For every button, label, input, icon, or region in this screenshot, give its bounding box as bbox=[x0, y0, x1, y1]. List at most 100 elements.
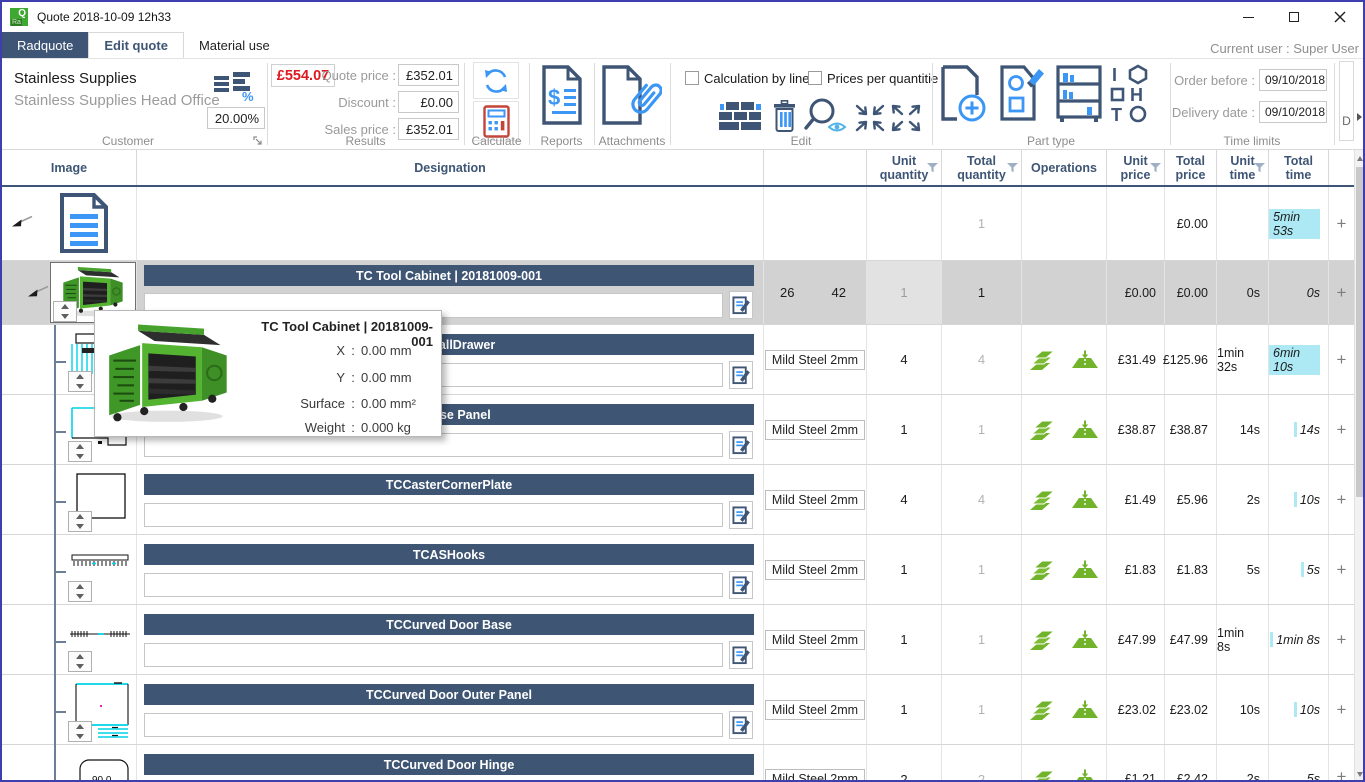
edit-note-button[interactable] bbox=[729, 291, 753, 319]
part-thumbnail[interactable] bbox=[68, 553, 132, 569]
header-unit-price[interactable]: Unit price bbox=[1107, 150, 1165, 185]
add-line-button[interactable]: + bbox=[1329, 745, 1354, 782]
add-line-button[interactable]: + bbox=[1329, 395, 1354, 464]
discount-field[interactable]: £0.00 bbox=[398, 91, 459, 113]
bending-operation-icon[interactable] bbox=[1071, 630, 1099, 650]
cutting-operation-icon[interactable] bbox=[1029, 419, 1057, 441]
header-total-quantity[interactable]: Total quantity bbox=[942, 150, 1022, 185]
header-designation[interactable]: Designation bbox=[137, 150, 764, 185]
stepper-down-button[interactable] bbox=[54, 312, 76, 322]
grid-row-part[interactable]: TCCasterCornerPlate Mild Steel 2mm 4 4 £… bbox=[2, 465, 1354, 535]
stepper-down-button[interactable] bbox=[69, 592, 91, 602]
part-thumbnail[interactable]: 90.0 bbox=[76, 757, 132, 782]
description-input[interactable] bbox=[144, 643, 723, 667]
collapse-row-arrow[interactable] bbox=[26, 283, 50, 298]
unit-quantity-cell[interactable]: 1 bbox=[867, 395, 942, 464]
close-button[interactable] bbox=[1317, 2, 1363, 32]
edit-note-button[interactable] bbox=[729, 711, 753, 739]
stepper-down-button[interactable] bbox=[69, 662, 91, 672]
expand-all-button[interactable] bbox=[890, 103, 922, 133]
add-line-button[interactable]: + bbox=[1329, 261, 1354, 324]
header-unit-quantity[interactable]: Unit quantity bbox=[867, 150, 942, 185]
filter-icon[interactable] bbox=[1007, 163, 1018, 173]
preview-button[interactable] bbox=[802, 97, 850, 135]
material-button[interactable]: Mild Steel 2mm bbox=[765, 420, 865, 440]
material-button[interactable]: Mild Steel 2mm bbox=[765, 560, 865, 580]
header-operations[interactable]: Operations bbox=[1022, 150, 1107, 185]
dialog-launcher-icon[interactable] bbox=[253, 136, 263, 146]
material-button[interactable]: Mild Steel 2mm bbox=[765, 490, 865, 510]
add-part-button[interactable] bbox=[938, 64, 988, 124]
delete-button[interactable] bbox=[770, 99, 798, 133]
part-thumbnail[interactable] bbox=[68, 629, 132, 639]
unit-quantity-cell[interactable]: 4 bbox=[867, 465, 942, 534]
edit-note-button[interactable] bbox=[729, 641, 753, 669]
add-line-button[interactable]: + bbox=[1329, 187, 1354, 260]
filter-icon[interactable] bbox=[927, 163, 938, 173]
add-line-button[interactable]: + bbox=[1329, 535, 1354, 604]
build-assembly-button[interactable] bbox=[716, 101, 764, 133]
customer-discount-field[interactable]: 20.00% bbox=[207, 107, 265, 129]
add-line-button[interactable]: + bbox=[1329, 605, 1354, 674]
attachments-button[interactable] bbox=[599, 64, 663, 126]
reports-button[interactable]: $ bbox=[539, 64, 585, 126]
material-button[interactable]: Mild Steel 2mm bbox=[765, 350, 865, 370]
hardware-parts-button[interactable]: I H T bbox=[1106, 63, 1150, 125]
material-button[interactable]: Mild Steel 2mm bbox=[765, 700, 865, 720]
bending-operation-icon[interactable] bbox=[1071, 490, 1099, 510]
group-expand-arrow-icon[interactable] bbox=[1357, 113, 1362, 121]
maximize-button[interactable] bbox=[1271, 2, 1317, 32]
grid-row-part[interactable]: 90.0 TCCurved Door Hinge Mild Steel 2mm … bbox=[2, 745, 1354, 782]
quantity-stepper[interactable] bbox=[53, 301, 77, 322]
header-unit-time[interactable]: Unit time bbox=[1217, 150, 1269, 185]
bending-operation-icon[interactable] bbox=[1071, 560, 1099, 580]
minimize-button[interactable] bbox=[1225, 2, 1271, 32]
header-material[interactable] bbox=[764, 150, 867, 185]
add-line-button[interactable]: + bbox=[1329, 465, 1354, 534]
description-input[interactable] bbox=[144, 713, 723, 737]
add-line-button[interactable]: + bbox=[1329, 325, 1354, 394]
edit-note-button[interactable] bbox=[729, 571, 753, 599]
quote-price-field[interactable]: £352.01 bbox=[398, 64, 459, 86]
grid-row-part[interactable]: TCCurved Door Outer Panel Mild Steel 2mm… bbox=[2, 675, 1354, 745]
grid-row-part[interactable]: TCCurved Door Base Mild Steel 2mm 1 1 £4… bbox=[2, 605, 1354, 675]
scroll-up-button[interactable] bbox=[1355, 150, 1365, 166]
edit-part-button[interactable] bbox=[998, 64, 1046, 124]
unit-quantity-cell[interactable]: 4 bbox=[867, 325, 942, 394]
grid-row-quote-root[interactable]: 1 £0.00 5min 53s + bbox=[2, 187, 1354, 261]
collapse-row-arrow[interactable] bbox=[10, 213, 34, 228]
unit-quantity-cell[interactable]: 2 bbox=[867, 745, 942, 782]
cutting-operation-icon[interactable] bbox=[1029, 489, 1057, 511]
stepper-up-button[interactable] bbox=[69, 442, 91, 452]
quantity-stepper[interactable] bbox=[68, 721, 92, 742]
cutting-operation-icon[interactable] bbox=[1029, 629, 1057, 651]
header-total-time[interactable]: Total time bbox=[1269, 150, 1329, 185]
stepper-down-button[interactable] bbox=[69, 452, 91, 462]
stepper-down-button[interactable] bbox=[69, 732, 91, 742]
tab-material-use[interactable]: Material use bbox=[184, 32, 285, 58]
filter-icon[interactable] bbox=[1254, 163, 1265, 173]
collapsed-group[interactable]: D bbox=[1339, 61, 1354, 141]
material-button[interactable]: Mild Steel 2mm bbox=[765, 630, 865, 650]
description-input[interactable] bbox=[144, 503, 723, 527]
quantity-stepper[interactable] bbox=[68, 651, 92, 672]
bending-operation-icon[interactable] bbox=[1071, 769, 1099, 782]
cutting-operation-icon[interactable] bbox=[1029, 699, 1057, 721]
grid-row-part[interactable]: TCASHooks Mild Steel 2mm 1 1 £1.83 £1.83… bbox=[2, 535, 1354, 605]
cutting-operation-icon[interactable] bbox=[1029, 559, 1057, 581]
stepper-down-button[interactable] bbox=[69, 382, 91, 392]
quantity-stepper[interactable] bbox=[68, 441, 92, 462]
material-button[interactable]: Mild Steel 2mm bbox=[765, 769, 865, 782]
quantity-stepper[interactable] bbox=[68, 511, 92, 532]
quote-document-icon[interactable] bbox=[58, 192, 110, 254]
stepper-up-button[interactable] bbox=[69, 512, 91, 522]
bending-operation-icon[interactable] bbox=[1071, 700, 1099, 720]
stock-parts-button[interactable] bbox=[1054, 63, 1104, 125]
stepper-up-button[interactable] bbox=[54, 302, 76, 312]
filter-icon[interactable] bbox=[1150, 163, 1161, 173]
vertical-scrollbar[interactable] bbox=[1354, 150, 1365, 782]
unit-quantity-cell[interactable]: 1 bbox=[867, 261, 942, 324]
calculation-by-line-checkbox[interactable] bbox=[685, 71, 699, 85]
stepper-up-button[interactable] bbox=[69, 372, 91, 382]
scroll-down-button[interactable] bbox=[1355, 766, 1365, 782]
